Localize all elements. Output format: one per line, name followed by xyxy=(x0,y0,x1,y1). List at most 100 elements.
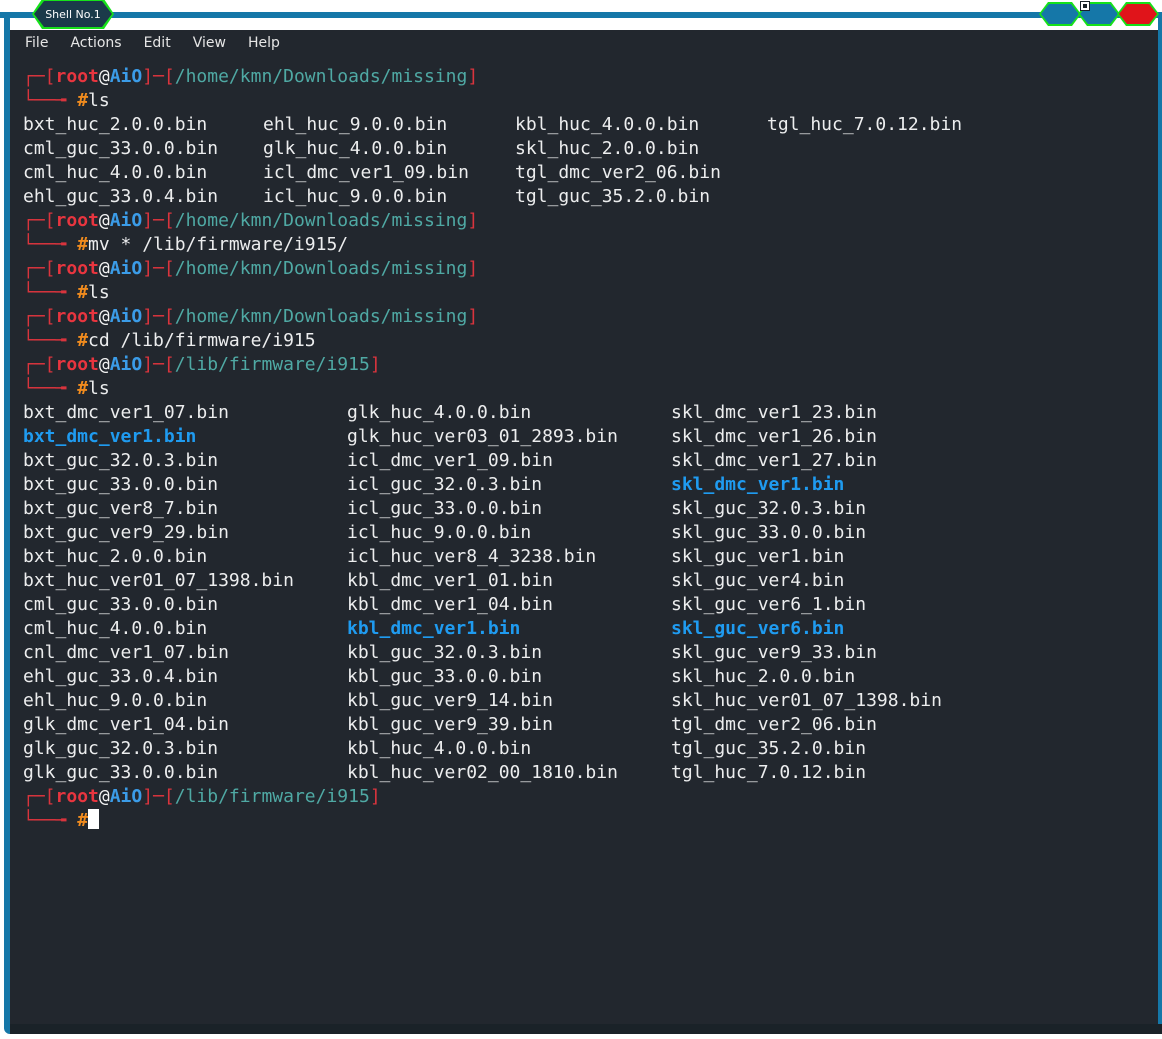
prompt-line: ┌─[root@AiO]─[/home/kmn/Downloads/missin… xyxy=(23,257,478,281)
prompt-corner-bottom: └──╼ xyxy=(23,330,78,351)
file-entry: tgl_huc_7.0.12.bin xyxy=(767,114,963,135)
file-entry: skl_dmc_ver1.bin xyxy=(671,474,845,495)
prompt-path: /lib/firmware/i915 xyxy=(174,786,370,807)
text-cursor xyxy=(88,809,100,829)
prompt-corner-bottom: └──╼ xyxy=(23,90,78,111)
file-entry: bxt_guc_33.0.0.bin xyxy=(23,474,219,495)
file-entry: skl_guc_ver6_1.bin xyxy=(671,594,867,615)
file-entry: ehl_huc_9.0.0.bin xyxy=(23,690,208,711)
prompt-host: AiO xyxy=(109,786,143,807)
window-frame-right xyxy=(1158,18,1162,1034)
file-entry: tgl_guc_35.2.0.bin xyxy=(671,738,867,759)
file-entry: icl_huc_9.0.0.bin xyxy=(347,522,532,543)
file-entry: kbl_guc_ver9_14.bin xyxy=(347,690,553,711)
file-entry: skl_dmc_ver1_26.bin xyxy=(671,426,877,447)
command-line: └──╼ #mv * /lib/firmware/i915/ xyxy=(23,233,348,257)
file-entry: skl_guc_ver4.bin xyxy=(671,570,845,591)
prompt-host: AiO xyxy=(109,66,143,87)
prompt-corner-bottom: └──╼ xyxy=(23,810,78,831)
prompt-path: /home/kmn/Downloads/missing xyxy=(174,66,468,87)
close-button[interactable] xyxy=(1119,4,1157,24)
file-entry: ehl_huc_9.0.0.bin xyxy=(263,114,448,135)
file-entry: tgl_dmc_ver2_06.bin xyxy=(671,714,877,735)
prompt-host: AiO xyxy=(109,354,143,375)
file-entry: tgl_huc_7.0.12.bin xyxy=(671,762,867,783)
menu-file[interactable]: File xyxy=(17,35,56,51)
prompt-hash: # xyxy=(77,90,89,111)
prompt-close: ] xyxy=(467,210,479,231)
file-entry: bxt_huc_2.0.0.bin xyxy=(23,546,208,567)
prompt-user: root xyxy=(55,306,99,327)
prompt-line: ┌─[root@AiO]─[/home/kmn/Downloads/missin… xyxy=(23,209,478,233)
prompt-hash: # xyxy=(77,378,89,399)
file-entry: icl_dmc_ver1_09.bin xyxy=(347,450,553,471)
file-entry: kbl_dmc_ver1_01.bin xyxy=(347,570,553,591)
prompt-hash: # xyxy=(77,282,89,303)
window-frame-bottom xyxy=(10,1024,1162,1034)
prompt-hash: # xyxy=(77,810,89,831)
menu-edit[interactable]: Edit xyxy=(136,35,179,51)
prompt-user: root xyxy=(55,258,99,279)
command-text: mv * /lib/firmware/i915/ xyxy=(88,234,349,255)
prompt-corner-top: ┌─[ xyxy=(23,258,56,279)
command-line: └──╼ #ls xyxy=(23,281,110,305)
prompt-sep: ]─[ xyxy=(142,66,175,87)
menu-help[interactable]: Help xyxy=(240,35,288,51)
menu-actions[interactable]: Actions xyxy=(62,35,129,51)
prompt-sep: ]─[ xyxy=(142,306,175,327)
command-text: cd /lib/firmware/i915 xyxy=(88,330,316,351)
prompt-close: ] xyxy=(467,66,479,87)
file-entry: icl_dmc_ver1_09.bin xyxy=(263,162,469,183)
file-entry: glk_huc_ver03_01_2893.bin xyxy=(347,426,618,447)
minimize-button[interactable] xyxy=(1041,4,1079,24)
prompt-corner-top: ┌─[ xyxy=(23,354,56,375)
prompt-path: /home/kmn/Downloads/missing xyxy=(174,306,468,327)
file-entry: icl_guc_33.0.0.bin xyxy=(347,498,543,519)
prompt-line: ┌─[root@AiO]─[/lib/firmware/i915] xyxy=(23,353,381,377)
command-line: └──╼ #ls xyxy=(23,377,110,401)
tab-shell-1[interactable]: Shell No.1 xyxy=(34,1,112,27)
file-entry: kbl_huc_4.0.0.bin xyxy=(515,114,700,135)
prompt-host: AiO xyxy=(109,210,143,231)
command-line: └──╼ #cd /lib/firmware/i915 xyxy=(23,329,316,353)
file-entry: bxt_dmc_ver1.bin xyxy=(23,426,197,447)
file-entry: skl_huc_2.0.0.bin xyxy=(671,666,856,687)
terminal[interactable]: File Actions Edit View Help ┌─[root@AiO]… xyxy=(10,30,1158,1024)
prompt-sep: ]─[ xyxy=(142,210,175,231)
tab-label: Shell No.1 xyxy=(45,7,101,21)
file-entry: kbl_huc_4.0.0.bin xyxy=(347,738,532,759)
prompt-close: ] xyxy=(369,786,381,807)
prompt-sep: ]─[ xyxy=(142,786,175,807)
file-entry: cml_huc_4.0.0.bin xyxy=(23,618,208,639)
window-frame-top xyxy=(0,12,1162,18)
prompt-corner-top: ┌─[ xyxy=(23,66,56,87)
file-entry: icl_guc_32.0.3.bin xyxy=(347,474,543,495)
prompt-corner-bottom: └──╼ xyxy=(23,282,78,303)
file-entry: skl_guc_ver6.bin xyxy=(671,618,845,639)
file-entry: kbl_guc_32.0.3.bin xyxy=(347,642,543,663)
prompt-at: @ xyxy=(98,786,110,807)
file-entry: bxt_huc_2.0.0.bin xyxy=(23,114,208,135)
file-entry: skl_guc_32.0.3.bin xyxy=(671,498,867,519)
file-entry: skl_huc_2.0.0.bin xyxy=(515,138,700,159)
prompt-at: @ xyxy=(98,354,110,375)
file-entry: cml_guc_33.0.0.bin xyxy=(23,594,219,615)
window-menu-icon[interactable] xyxy=(1080,1,1090,11)
file-entry: skl_guc_33.0.0.bin xyxy=(671,522,867,543)
prompt-corner-top: ┌─[ xyxy=(23,306,56,327)
prompt-corner-top: ┌─[ xyxy=(23,786,56,807)
file-entry: bxt_guc_32.0.3.bin xyxy=(23,450,219,471)
command-line: └──╼ # xyxy=(23,809,100,833)
prompt-corner-bottom: └──╼ xyxy=(23,234,78,255)
file-entry: icl_huc_9.0.0.bin xyxy=(263,186,448,207)
file-entry: cml_huc_4.0.0.bin xyxy=(23,162,208,183)
file-entry: bxt_dmc_ver1_07.bin xyxy=(23,402,229,423)
command-text: ls xyxy=(88,282,110,303)
file-entry: kbl_guc_33.0.0.bin xyxy=(347,666,543,687)
prompt-user: root xyxy=(55,210,99,231)
menu-view[interactable]: View xyxy=(185,35,234,51)
file-entry: skl_guc_ver9_33.bin xyxy=(671,642,877,663)
file-entry: ehl_guc_33.0.4.bin xyxy=(23,666,219,687)
file-entry: glk_huc_4.0.0.bin xyxy=(347,402,532,423)
file-entry: bxt_huc_ver01_07_1398.bin xyxy=(23,570,294,591)
